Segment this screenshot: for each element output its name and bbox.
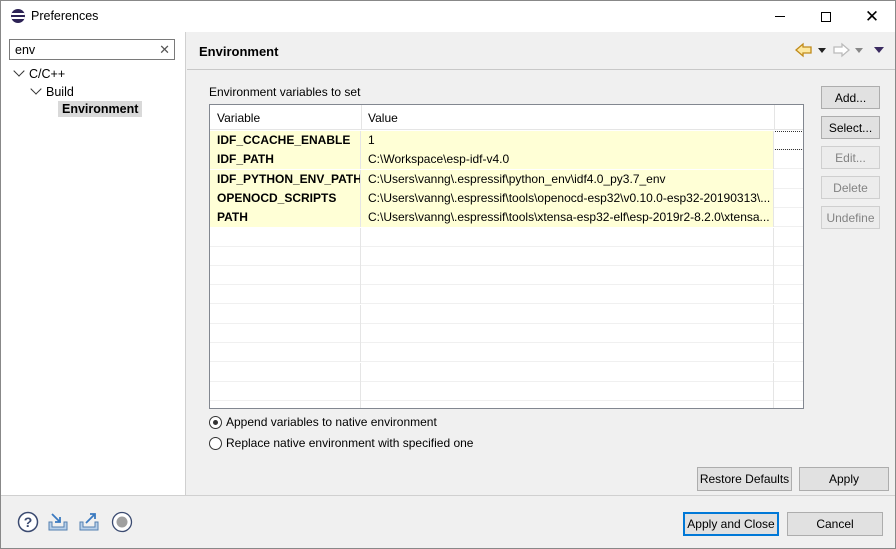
radio-button-checked[interactable] xyxy=(209,415,222,429)
clear-icon[interactable]: ✕ xyxy=(159,42,170,58)
replace-radio[interactable]: Replace native environment with specifie… xyxy=(209,436,473,450)
empty-cell xyxy=(210,304,361,324)
filter-search-box[interactable]: ✕ xyxy=(9,39,175,60)
chevron-down-icon[interactable] xyxy=(30,83,42,95)
back-menu-icon[interactable] xyxy=(818,48,826,53)
sidebar: ✕ C/C++ Build Environment xyxy=(1,32,186,495)
variable-cell: PATH xyxy=(210,208,361,228)
variable-cell: IDF_CCACHE_ENABLE xyxy=(210,131,361,150)
empty-table-row[interactable] xyxy=(210,266,803,286)
empty-table-row[interactable] xyxy=(210,227,803,247)
radio-label: Append variables to native environment xyxy=(226,415,437,429)
cancel-button[interactable]: Cancel xyxy=(787,512,883,536)
undefine-button[interactable]: Undefine xyxy=(821,206,880,229)
export-icon[interactable] xyxy=(78,511,100,533)
apply-and-close-button[interactable]: Apply and Close xyxy=(683,512,779,536)
tree-item-label: Build xyxy=(46,85,74,99)
variable-cell: IDF_PATH xyxy=(210,150,361,170)
tree-item-environment[interactable]: Environment xyxy=(58,101,143,117)
maximize-icon[interactable] xyxy=(803,1,849,32)
title-bar: Preferences ✕ xyxy=(1,1,895,32)
value-cell: C:\Users\vanng\.espressif\tools\openocd-… xyxy=(361,188,774,208)
preferences-window: Preferences ✕ ✕ C/C++ Build Environment … xyxy=(0,0,896,549)
empty-cell xyxy=(210,381,361,401)
window-title: Preferences xyxy=(31,9,99,23)
empty-cell xyxy=(361,362,774,382)
empty-table-row[interactable] xyxy=(210,285,803,305)
column-header-value[interactable]: Value xyxy=(368,111,398,125)
radio-button[interactable] xyxy=(209,436,222,450)
back-arrow-icon[interactable] xyxy=(795,42,813,58)
empty-cell xyxy=(210,401,361,408)
eclipse-logo-icon xyxy=(11,9,25,23)
variable-cell: IDF_PYTHON_ENV_PATH xyxy=(210,169,361,189)
import-icon[interactable] xyxy=(47,511,69,533)
forward-menu-icon[interactable] xyxy=(855,48,863,53)
table-row[interactable]: IDF_PYTHON_ENV_PATH C:\Users\vanng\.espre… xyxy=(210,169,803,189)
divider xyxy=(1,495,895,496)
tree-item-label: Environment xyxy=(58,101,143,117)
close-icon[interactable]: ✕ xyxy=(849,1,895,32)
tree-item-cpp[interactable]: C/C++ xyxy=(13,65,66,81)
chevron-down-icon[interactable] xyxy=(13,65,25,77)
empty-table-row[interactable] xyxy=(210,401,803,408)
add-button[interactable]: Add... xyxy=(821,86,880,109)
empty-table-row[interactable] xyxy=(210,381,803,401)
environment-variables-table[interactable]: Variable Value IDF_CCACHE_ENABLE 1 IDF_PAT… xyxy=(209,104,804,409)
radio-label: Replace native environment with specifie… xyxy=(226,436,474,450)
table-row[interactable]: IDF_CCACHE_ENABLE 1 xyxy=(210,131,803,150)
page-header: Environment xyxy=(187,32,895,70)
table-row[interactable]: IDF_PATH C:\Workspace\esp-idf-v4.0 xyxy=(210,150,803,170)
search-input[interactable] xyxy=(10,40,150,59)
variable-cell: OPENOCD_SCRIPTS xyxy=(210,188,361,208)
column-header-variable[interactable]: Variable xyxy=(217,111,260,125)
empty-cell xyxy=(210,324,361,343)
empty-cell xyxy=(361,401,774,408)
empty-table-row[interactable] xyxy=(210,324,803,343)
tree-item-build[interactable]: Build xyxy=(30,83,74,99)
empty-cell xyxy=(361,246,774,266)
empty-cell xyxy=(361,227,774,247)
view-menu-icon[interactable] xyxy=(874,47,884,53)
table-row[interactable]: PATH C:\Users\vanng\.espressif\tools\xten… xyxy=(210,208,803,228)
page-title: Environment xyxy=(199,44,279,59)
empty-cell xyxy=(210,246,361,266)
empty-cell xyxy=(361,381,774,401)
value-cell: C:\Workspace\esp-idf-v4.0 xyxy=(361,150,774,170)
value-cell: C:\Users\vanng\.espressif\tools\xtensa-e… xyxy=(361,208,774,228)
edit-button[interactable]: Edit... xyxy=(821,146,880,169)
empty-cell xyxy=(361,324,774,343)
svg-text:?: ? xyxy=(24,514,33,530)
empty-cell xyxy=(210,266,361,286)
empty-cell xyxy=(210,227,361,247)
tree-item-label: C/C++ xyxy=(29,67,66,81)
table-header: Variable Value xyxy=(210,105,803,130)
record-icon[interactable] xyxy=(111,511,133,533)
empty-cell xyxy=(210,343,361,363)
empty-table-row[interactable] xyxy=(210,343,803,363)
empty-cell xyxy=(210,285,361,305)
select-button[interactable]: Select... xyxy=(821,116,880,139)
value-cell: C:\Users\vanng\.espressif\python_env\idf… xyxy=(361,169,774,189)
minimize-icon[interactable] xyxy=(757,1,803,32)
empty-cell xyxy=(361,266,774,286)
empty-cell xyxy=(210,362,361,382)
empty-cell xyxy=(361,343,774,363)
delete-button[interactable]: Delete xyxy=(821,176,880,199)
empty-cell xyxy=(361,285,774,305)
help-icon[interactable]: ? xyxy=(17,511,39,533)
empty-table-row[interactable] xyxy=(210,246,803,266)
empty-table-row[interactable] xyxy=(210,362,803,382)
section-label: Environment variables to set xyxy=(209,85,361,99)
table-row[interactable]: OPENOCD_SCRIPTS C:\Users\vanng\.espressif… xyxy=(210,188,803,208)
empty-table-row[interactable] xyxy=(210,304,803,324)
value-cell: 1 xyxy=(361,131,774,150)
apply-button[interactable]: Apply xyxy=(799,467,889,491)
append-radio[interactable]: Append variables to native environment xyxy=(209,415,437,429)
empty-cell xyxy=(361,304,774,324)
restore-defaults-button[interactable]: Restore Defaults xyxy=(697,467,792,491)
forward-arrow-icon[interactable] xyxy=(832,42,850,58)
